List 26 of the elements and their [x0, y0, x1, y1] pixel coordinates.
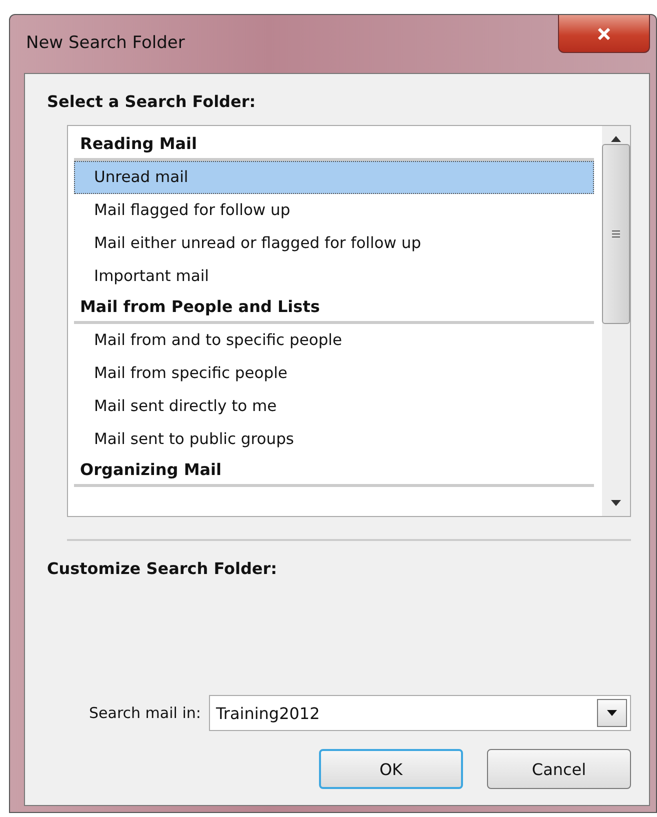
section-heading: Select a Search Folder:: [47, 92, 257, 111]
group-header: Mail from People and Lists: [74, 293, 594, 324]
scrollbar-thumb[interactable]: [602, 144, 630, 324]
ok-button[interactable]: OK: [319, 749, 463, 789]
field-label: Search mail in:: [89, 704, 201, 722]
list-item[interactable]: Mail sent to public groups: [74, 423, 594, 456]
list-item[interactable]: Mail flagged for follow up: [74, 194, 594, 227]
grip-icon: [612, 230, 620, 238]
list-item[interactable]: Mail sent directly to me: [74, 390, 594, 423]
folder-dropdown[interactable]: Training2012: [208, 695, 631, 731]
section-heading: Customize Search Folder:: [47, 559, 278, 578]
list-item[interactable]: Mail from specific people: [74, 357, 594, 390]
list-item[interactable]: Mail from and to specific people: [74, 324, 594, 357]
scroll-up-icon[interactable]: [611, 136, 621, 142]
list-item[interactable]: Important mail: [74, 260, 594, 293]
cancel-button[interactable]: Cancel: [487, 749, 631, 789]
scroll-down-icon[interactable]: [611, 500, 621, 506]
close-button[interactable]: [558, 15, 650, 53]
list-item[interactable]: Mail either unread or flagged for follow up: [74, 227, 594, 260]
window-title: New Search Folder: [26, 33, 185, 53]
close-icon: [597, 28, 611, 40]
scrollbar[interactable]: [602, 126, 630, 516]
dropdown-button[interactable]: [597, 699, 627, 727]
caret-icon: [607, 710, 617, 716]
group-header: Organizing Mail: [74, 456, 594, 487]
list-item[interactable]: Unread mail: [74, 161, 594, 194]
